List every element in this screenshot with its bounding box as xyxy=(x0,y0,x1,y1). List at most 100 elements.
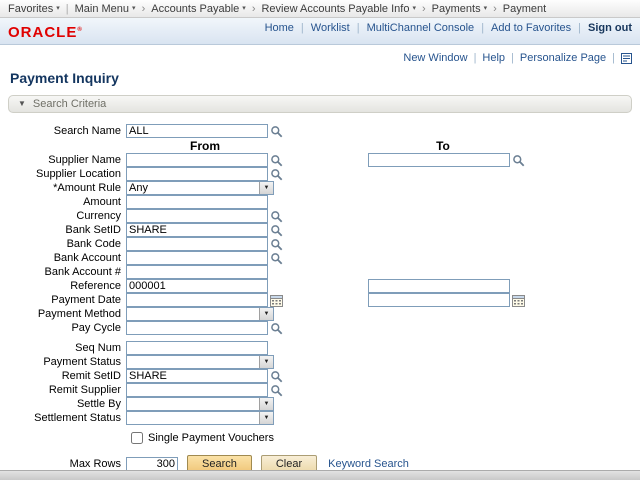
seq-num-input[interactable] xyxy=(126,341,268,355)
breadcrumb-payment[interactable]: Payment xyxy=(501,3,548,15)
payment-date-calendar-icon[interactable] xyxy=(269,293,284,307)
bank-setid-lookup-icon[interactable] xyxy=(269,223,284,237)
keyword-search-link[interactable]: Keyword Search xyxy=(328,458,409,470)
oracle-logo-text: ORACLE xyxy=(8,24,77,41)
page-grid-icon[interactable] xyxy=(621,53,632,64)
breadcrumb-label: Payments xyxy=(432,3,481,15)
payment-method-select[interactable]: ▼ xyxy=(126,307,274,321)
search-name-lookup-icon[interactable] xyxy=(269,124,284,138)
payment-status-select[interactable]: ▼ xyxy=(126,355,274,369)
new-window-link[interactable]: New Window xyxy=(403,52,467,64)
bank-account-num-input[interactable] xyxy=(126,265,268,279)
search-criteria-section-header[interactable]: ▼ Search Criteria xyxy=(8,95,632,113)
search-criteria-form: Search Name From To Supplier Name xyxy=(8,124,632,474)
breadcrumb-favorites[interactable]: Favorites ▾ xyxy=(6,3,62,15)
breadcrumb-separator-icon: › xyxy=(142,3,146,15)
search-name-input[interactable] xyxy=(126,124,268,138)
payment-status-selected-value xyxy=(127,356,259,368)
amount-label: Amount xyxy=(8,196,126,208)
supplier-name-to-group xyxy=(368,153,526,167)
breadcrumb: Favorites ▾ | Main Menu ▾ › Accounts Pay… xyxy=(0,0,640,18)
breadcrumb-label: Review Accounts Payable Info xyxy=(261,3,409,15)
field-row-payment-method: Payment Method ▼ xyxy=(8,307,632,321)
page-title: Payment Inquiry xyxy=(10,70,632,86)
chevron-down-icon: ▾ xyxy=(242,5,246,12)
bank-account-lookup-icon[interactable] xyxy=(269,251,284,265)
add-to-favorites-link[interactable]: Add to Favorites xyxy=(491,22,571,34)
bottom-scrollbar-strip[interactable] xyxy=(0,470,640,480)
header-links: Home | Worklist | MultiChannel Console |… xyxy=(265,22,632,34)
settle-by-label: Settle By xyxy=(8,398,126,410)
bank-account-input[interactable] xyxy=(126,251,268,265)
payment-method-selected-value xyxy=(127,308,259,320)
amount-input[interactable] xyxy=(126,195,268,209)
supplier-name-to-input[interactable] xyxy=(368,153,510,167)
remit-supplier-lookup-icon[interactable] xyxy=(269,383,284,397)
bank-code-lookup-icon[interactable] xyxy=(269,237,284,251)
divider: | xyxy=(66,3,69,15)
page-content: New Window | Help | Personalize Page | P… xyxy=(0,45,640,474)
divider: | xyxy=(301,22,304,34)
from-column-header: From xyxy=(130,139,280,153)
bank-account-label: Bank Account xyxy=(8,252,126,264)
breadcrumb-payments[interactable]: Payments ▾ xyxy=(430,3,489,15)
app-header: ORACLE® Home | Worklist | MultiChannel C… xyxy=(0,18,640,45)
bank-setid-input[interactable] xyxy=(126,223,268,237)
max-rows-input[interactable] xyxy=(126,457,178,471)
field-row-amount-rule: *Amount Rule Any ▼ xyxy=(8,181,632,195)
supplier-name-from-input[interactable] xyxy=(126,153,268,167)
field-row-payment-status: Payment Status ▼ xyxy=(8,355,632,369)
bank-code-input[interactable] xyxy=(126,237,268,251)
sign-out-link[interactable]: Sign out xyxy=(588,22,632,34)
settlement-status-select[interactable]: ▼ xyxy=(126,411,274,425)
chevron-down-icon: ▼ xyxy=(259,398,273,410)
field-row-pay-cycle: Pay Cycle xyxy=(8,321,632,335)
multichannel-console-link[interactable]: MultiChannel Console xyxy=(367,22,475,34)
amount-rule-select[interactable]: Any ▼ xyxy=(126,181,274,195)
chevron-down-icon: ▾ xyxy=(412,5,416,12)
remit-supplier-input[interactable] xyxy=(126,383,268,397)
field-row-currency: Currency xyxy=(8,209,632,223)
supplier-name-to-lookup-icon[interactable] xyxy=(511,153,526,167)
currency-input[interactable] xyxy=(126,209,268,223)
breadcrumb-accounts-payable[interactable]: Accounts Payable ▾ xyxy=(149,3,248,15)
field-row-supplier-name: Supplier Name xyxy=(8,153,632,167)
help-link[interactable]: Help xyxy=(482,52,505,64)
remit-setid-label: Remit SetID xyxy=(8,370,126,382)
reference-to-input[interactable] xyxy=(368,279,510,293)
pay-cycle-lookup-icon[interactable] xyxy=(269,321,284,335)
home-link[interactable]: Home xyxy=(265,22,294,34)
personalize-page-link[interactable]: Personalize Page xyxy=(520,52,606,64)
settlement-status-label: Settlement Status xyxy=(8,412,126,424)
settlement-status-selected-value xyxy=(127,412,259,424)
settle-by-select[interactable]: ▼ xyxy=(126,397,274,411)
reference-from-input[interactable] xyxy=(126,279,268,293)
remit-setid-input[interactable] xyxy=(126,369,268,383)
chevron-down-icon: ▾ xyxy=(132,5,136,12)
page-utility-links: New Window | Help | Personalize Page | xyxy=(8,51,632,65)
chevron-down-icon: ▼ xyxy=(259,356,273,368)
payment-date-to-input[interactable] xyxy=(368,293,510,307)
currency-lookup-icon[interactable] xyxy=(269,209,284,223)
amount-rule-label: *Amount Rule xyxy=(8,182,126,194)
breadcrumb-label: Main Menu xyxy=(75,3,129,15)
remit-setid-lookup-icon[interactable] xyxy=(269,369,284,383)
breadcrumb-review-ap-info[interactable]: Review Accounts Payable Info ▾ xyxy=(259,3,418,15)
payment-date-from-input[interactable] xyxy=(126,293,268,307)
single-payment-vouchers-checkbox[interactable] xyxy=(131,432,143,444)
field-row-bank-code: Bank Code xyxy=(8,237,632,251)
pay-cycle-input[interactable] xyxy=(126,321,268,335)
supplier-name-label: Supplier Name xyxy=(8,154,126,166)
breadcrumb-label: Accounts Payable xyxy=(151,3,239,15)
supplier-name-lookup-icon[interactable] xyxy=(269,153,284,167)
field-row-settle-by: Settle By ▼ xyxy=(8,397,632,411)
supplier-location-lookup-icon[interactable] xyxy=(269,167,284,181)
breadcrumb-main-menu[interactable]: Main Menu ▾ xyxy=(73,3,138,15)
worklist-link[interactable]: Worklist xyxy=(311,22,350,34)
supplier-location-input[interactable] xyxy=(126,167,268,181)
oracle-logo: ORACLE® xyxy=(8,24,83,41)
field-row-single-payment-vouchers: Single Payment Vouchers xyxy=(8,430,632,445)
field-row-search-name: Search Name xyxy=(8,124,632,138)
payment-date-to-calendar-icon[interactable] xyxy=(511,293,526,307)
collapse-triangle-icon: ▼ xyxy=(18,100,26,108)
